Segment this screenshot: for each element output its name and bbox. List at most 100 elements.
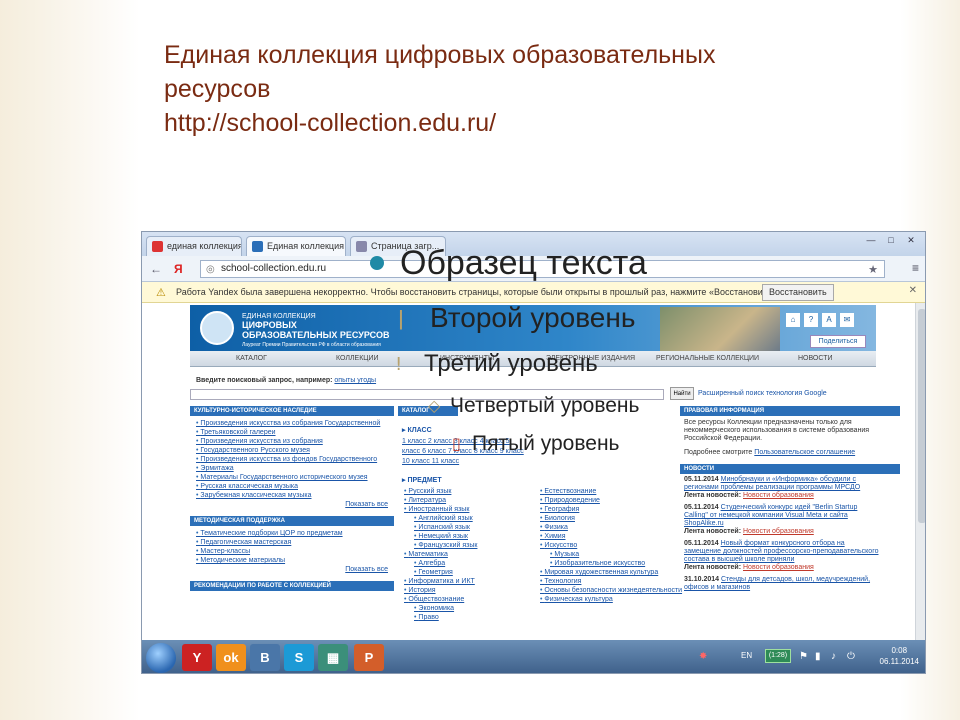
list-item[interactable]: Алгебра [404, 559, 477, 568]
list-item[interactable]: Произведения искусства из собрания Госуд… [196, 419, 394, 428]
list-item[interactable]: Третьяковской галереи [196, 428, 394, 437]
power-icon[interactable]: ⏻ [847, 651, 855, 662]
list-item[interactable]: Английский язык [404, 514, 477, 523]
list-item[interactable]: Эрмитажа [196, 464, 394, 473]
search-example-link[interactable]: опыты угоды [334, 377, 376, 384]
list-item[interactable]: Естествознание [540, 487, 682, 496]
bookmark-star-icon[interactable]: ★ [868, 263, 878, 276]
list-item[interactable]: Мировая художественная культура [540, 568, 682, 577]
font-size-icon[interactable]: A [822, 313, 836, 327]
list-item[interactable]: Русский язык [404, 487, 477, 496]
scrollbar-thumb[interactable] [918, 309, 925, 523]
clock[interactable]: 0:08 06.11.2014 [880, 645, 919, 667]
language-indicator[interactable]: EN [741, 651, 752, 660]
list-item[interactable]: Математика [404, 550, 477, 559]
flag-icon[interactable]: ⚑ [799, 651, 808, 662]
restore-button[interactable]: Восстановить [762, 284, 834, 301]
back-icon[interactable]: ← [150, 262, 162, 276]
browser-tab-2[interactable]: Единая коллекция Ци [246, 236, 346, 256]
news-tag-link[interactable]: Новости образования [743, 528, 814, 535]
list-item[interactable]: Зарубежная классическая музыка [196, 491, 394, 500]
menu-regional[interactable]: РЕГИОНАЛЬНЫЕ КОЛЛЕКЦИИ [656, 355, 759, 362]
share-button[interactable]: Поделиться [810, 335, 866, 348]
list-item[interactable]: Иностранный язык [404, 505, 477, 514]
menu-news[interactable]: НОВОСТИ [798, 355, 833, 362]
mail-icon[interactable]: ✉ [840, 313, 854, 327]
menu-collections[interactable]: КОЛЛЕКЦИИ [336, 355, 379, 362]
volume-icon[interactable]: ♪ [831, 651, 836, 662]
network-icon[interactable]: ▮ [815, 651, 821, 662]
battery-indicator[interactable]: (1:28) [765, 649, 791, 663]
odnoklassniki-taskbar-icon[interactable]: ok [216, 644, 246, 671]
list-item[interactable]: Право [404, 613, 477, 622]
skype-taskbar-icon[interactable]: S [284, 644, 314, 671]
list-item[interactable]: Произведения искусства из собрания [196, 437, 394, 446]
site-title[interactable]: ЕДИНАЯ КОЛЛЕКЦИЯ ЦИФРОВЫХ ОБРАЗОВАТЕЛЬНЫ… [242, 312, 389, 350]
list-item[interactable]: Геометрия [404, 568, 477, 577]
help-icon[interactable]: ? [804, 313, 818, 327]
class-title: КЛАСС [407, 427, 432, 434]
close-window-icon[interactable]: ✕ [901, 235, 921, 246]
page-scrollbar[interactable] [915, 303, 925, 640]
clock-date: 06.11.2014 [879, 657, 919, 666]
menu-tools[interactable]: ИНСТРУМЕНТЫ [440, 355, 494, 362]
browser-tab-1[interactable]: единая коллекция ци [146, 236, 242, 256]
site-search-input[interactable] [190, 389, 664, 400]
grades-list[interactable]: 1 класс 2 класс 3 класс 4 класс 5 класс … [398, 434, 528, 470]
user-agreement-link[interactable]: Пользовательское соглашение [754, 449, 855, 456]
site-title-line-2: ЦИФРОВЫХ [242, 320, 297, 330]
list-item[interactable]: Материалы Государственного исторического… [196, 473, 394, 482]
browser-tab-3[interactable]: Страница загр... [350, 236, 446, 256]
yandex-browser-taskbar-icon[interactable]: Y [182, 644, 212, 671]
start-button-icon[interactable] [146, 643, 176, 673]
list-item[interactable]: География [540, 505, 682, 514]
list-item[interactable]: Информатика и ИКТ [404, 577, 477, 586]
list-item[interactable]: Государственного Русского музея [196, 446, 394, 455]
list-item[interactable]: Экономика [404, 604, 477, 613]
list-item[interactable]: Физика [540, 523, 682, 532]
menu-e-publications[interactable]: ЭЛЕКТРОННЫЕ ИЗДАНИЯ [546, 355, 635, 362]
list-item[interactable]: Педагогическая мастерская [196, 538, 394, 547]
list-item[interactable]: Мастер-классы [196, 547, 394, 556]
list-item[interactable]: Биология [540, 514, 682, 523]
list-item[interactable]: Обществознание [404, 595, 477, 604]
menu-catalog[interactable]: КАТАЛОГ [236, 355, 267, 362]
list-item[interactable]: Основы безопасности жизнедеятельности [540, 586, 682, 595]
site-logo-icon[interactable] [200, 311, 234, 345]
show-all-link[interactable]: Показать все [190, 565, 394, 575]
minimize-icon[interactable]: — [861, 235, 881, 245]
search-button[interactable]: Найти [670, 387, 694, 400]
list-item[interactable]: Технология [540, 577, 682, 586]
advanced-search-link[interactable]: Расширенный поиск технология Google [698, 390, 827, 397]
infobar-close-icon[interactable]: ✕ [909, 285, 917, 296]
list-item[interactable]: Природоведение [540, 496, 682, 505]
powerpoint-taskbar-icon[interactable]: P [354, 644, 384, 671]
list-item[interactable]: Русская классическая музыка [196, 482, 394, 491]
home-icon[interactable]: ⌂ [786, 313, 800, 327]
news-tag-link[interactable]: Новости образования [743, 492, 814, 499]
maximize-icon[interactable]: □ [881, 235, 901, 245]
antivirus-icon[interactable]: ✸ [699, 651, 707, 662]
list-item[interactable]: Химия [540, 532, 682, 541]
list-item[interactable]: История [404, 586, 477, 595]
list-item[interactable]: Испанский язык [404, 523, 477, 532]
search-label: Введите поисковый запрос, например: опыт… [196, 377, 376, 384]
news-tag-link[interactable]: Новости образования [743, 564, 814, 571]
list-item[interactable]: Физическая культура [540, 595, 682, 604]
list-item[interactable]: Произведения искусства из фондов Государ… [196, 455, 394, 464]
list-item[interactable]: Искусство [540, 541, 682, 550]
browser-menu-icon[interactable]: ≡ [912, 261, 919, 275]
list-item[interactable]: Немецкий язык [404, 532, 477, 541]
url-input[interactable]: ◎ school-collection.edu.ru ★ [200, 260, 885, 278]
show-all-link[interactable]: Показать все [190, 500, 394, 510]
list-item[interactable]: Тематические подборки ЦОР по предметам [196, 529, 394, 538]
list-item[interactable]: Изобразительное искусство [540, 559, 682, 568]
list-item[interactable]: Литература [404, 496, 477, 505]
news-item: 05.11.2014 Студенческий конкурс идей "Be… [680, 502, 886, 538]
vk-taskbar-icon[interactable]: B [250, 644, 280, 671]
control-panel-taskbar-icon[interactable]: ▦ [318, 644, 348, 671]
yandex-icon[interactable]: Я [174, 262, 183, 276]
list-item[interactable]: Музыка [540, 550, 682, 559]
list-item[interactable]: Французский язык [404, 541, 477, 550]
list-item[interactable]: Методические материалы [196, 556, 394, 565]
